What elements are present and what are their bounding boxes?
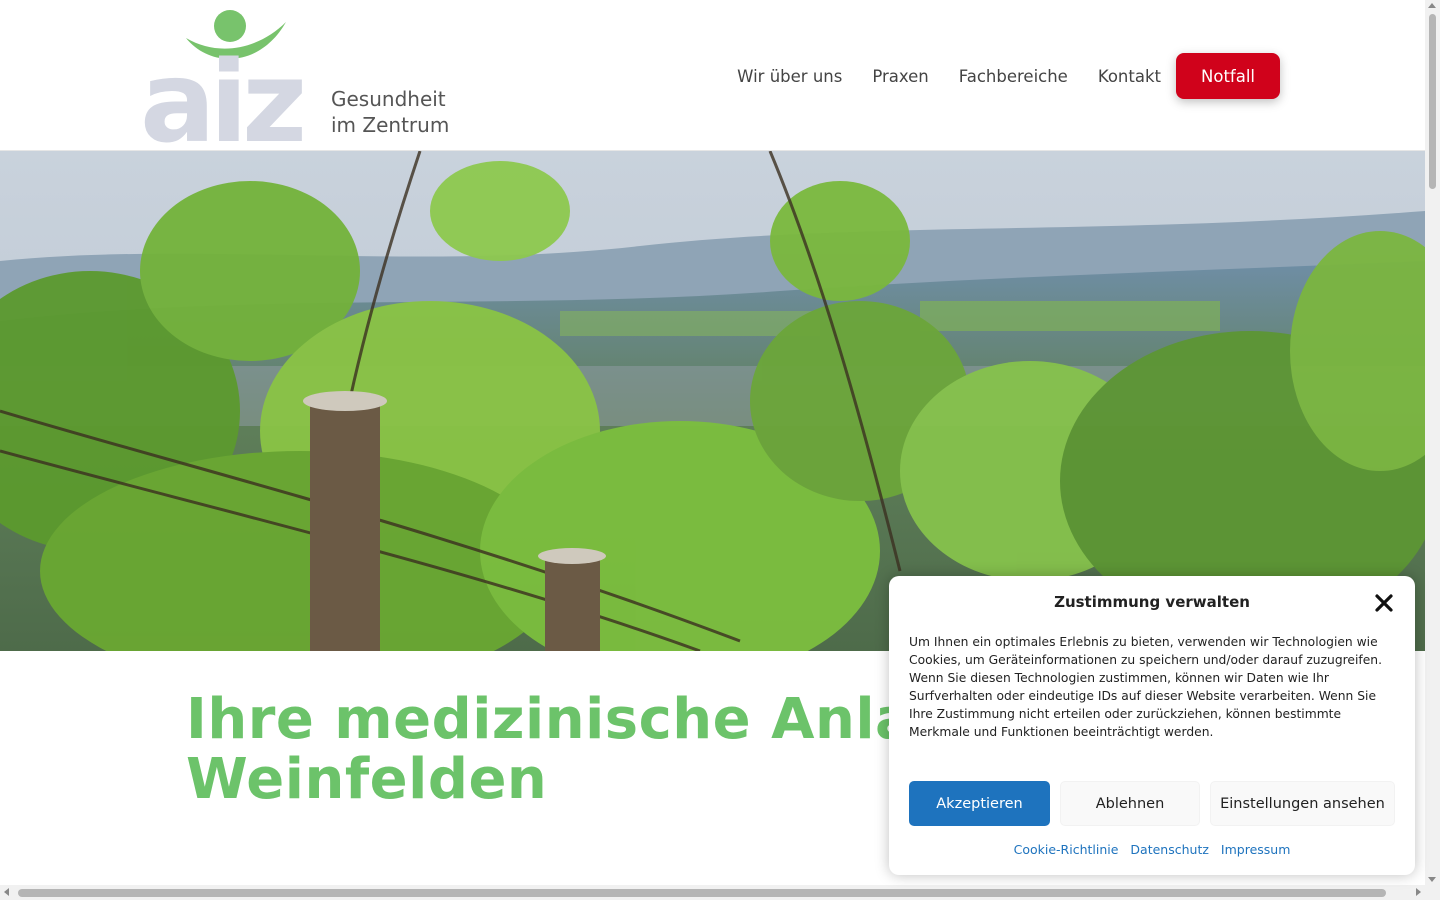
deny-button[interactable]: Ablehnen — [1060, 781, 1200, 826]
consent-title: Zustimmung verwalten — [1054, 593, 1250, 611]
logo-letters: aiz — [140, 38, 302, 146]
nav-item-fachbereiche[interactable]: Fachbereiche — [959, 67, 1068, 86]
imprint-link[interactable]: Impressum — [1221, 842, 1290, 857]
privacy-link[interactable]: Datenschutz — [1130, 842, 1209, 857]
consent-message: Um Ihnen ein optimales Erlebnis zu biete… — [909, 635, 1382, 739]
accept-button[interactable]: Akzeptieren — [909, 781, 1050, 826]
cookie-policy-link[interactable]: Cookie-Richtlinie — [1014, 842, 1119, 857]
site-header: aiz Gesundheit im Zentrum Wir über uns P… — [0, 0, 1425, 151]
emergency-button[interactable]: Notfall — [1176, 53, 1280, 99]
scroll-left-arrow-icon[interactable] — [4, 888, 9, 896]
vertical-scrollbar[interactable] — [1425, 0, 1440, 885]
nav-item-wir-ueber-uns[interactable]: Wir über uns — [737, 67, 842, 86]
consent-links: Cookie-Richtlinie Datenschutz Impressum — [889, 842, 1415, 857]
horizontal-scrollbar[interactable] — [0, 885, 1440, 900]
vertical-scroll-thumb[interactable] — [1429, 14, 1436, 189]
nav-item-kontakt[interactable]: Kontakt — [1098, 67, 1161, 86]
nav-item-praxen[interactable]: Praxen — [872, 67, 928, 86]
aiz-logo-mark: aiz — [140, 10, 308, 146]
close-icon[interactable] — [1373, 592, 1395, 614]
view-settings-button[interactable]: Einstellungen ansehen — [1210, 781, 1395, 826]
logo-line-1: Gesundheit — [331, 87, 446, 111]
logo-tagline: Gesundheit im Zentrum — [331, 86, 449, 138]
scroll-right-arrow-icon[interactable] — [1416, 888, 1421, 896]
site-logo[interactable]: aiz Gesundheit im Zentrum — [140, 8, 460, 146]
main-nav: Wir über uns Praxen Fachbereiche Kontakt… — [737, 53, 1280, 99]
logo-line-2: im Zentrum — [331, 113, 450, 137]
horizontal-scroll-thumb[interactable] — [18, 889, 1386, 897]
scroll-up-arrow-icon[interactable] — [1428, 3, 1436, 8]
cookie-consent-dialog: Zustimmung verwalten Um Ihnen ein optima… — [889, 576, 1415, 875]
scroll-down-arrow-icon[interactable] — [1428, 877, 1436, 882]
